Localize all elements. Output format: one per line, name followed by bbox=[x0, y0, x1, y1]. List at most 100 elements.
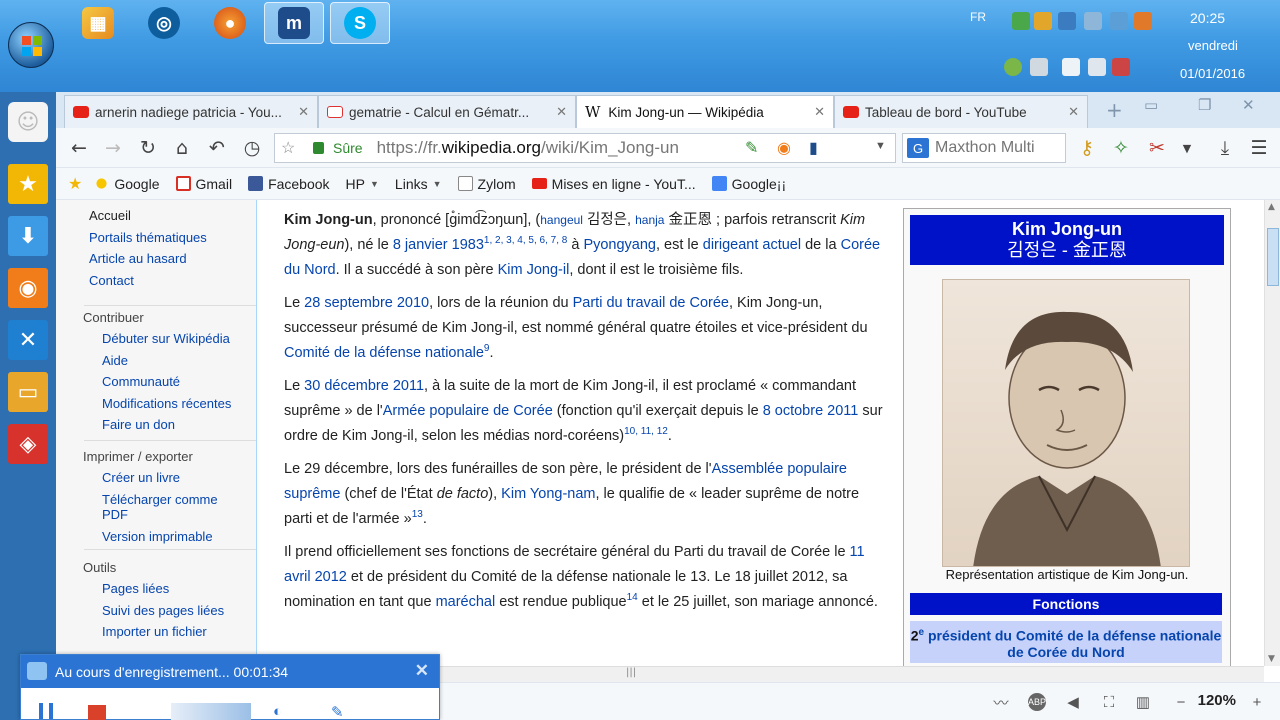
search-input[interactable] bbox=[935, 139, 1055, 157]
bookmark-folder-hp[interactable]: HP ▼ bbox=[346, 176, 379, 192]
pin-icon[interactable]: ✎ bbox=[745, 138, 758, 158]
vertical-scrollbar[interactable]: ▲ ▼ bbox=[1264, 200, 1280, 666]
language-indicator[interactable]: FR bbox=[970, 10, 986, 24]
link-date-2011[interactable]: 30 décembre 2011 bbox=[304, 378, 424, 394]
adblock-icon[interactable]: ABP bbox=[1028, 693, 1046, 711]
close-window-button[interactable]: ✕ bbox=[1242, 96, 1255, 114]
app-tray-icon[interactable] bbox=[1134, 12, 1152, 30]
close-icon[interactable]: ✕ bbox=[814, 104, 825, 120]
pen-icon[interactable]: ✎ bbox=[331, 703, 344, 720]
network-icon[interactable] bbox=[1058, 12, 1076, 30]
utorrent-icon[interactable] bbox=[1012, 12, 1030, 30]
link-date-2010[interactable]: 28 septembre 2010 bbox=[304, 295, 429, 311]
forward-button[interactable]: → bbox=[100, 135, 126, 161]
close-icon[interactable]: ✕ bbox=[556, 104, 567, 120]
smiley-icon[interactable]: ☺ bbox=[8, 102, 48, 142]
portrait-image[interactable] bbox=[942, 279, 1190, 567]
reference-links[interactable]: 1, 2, 3, 4, 5, 6, 7, 8 bbox=[484, 235, 567, 246]
reader-icon[interactable]: ▮ bbox=[809, 138, 818, 158]
start-button[interactable] bbox=[8, 22, 54, 68]
link-hangeul[interactable]: hangeul bbox=[540, 213, 583, 227]
volume-icon[interactable] bbox=[1062, 58, 1080, 76]
sidebar-link-modifications[interactable]: Modifications récentes bbox=[102, 393, 253, 415]
tools-icon[interactable]: ✕ bbox=[8, 320, 48, 360]
link-birthdate[interactable]: 8 janvier 1983 bbox=[393, 237, 484, 253]
bookmark-google[interactable]: Google bbox=[94, 176, 160, 192]
clock-time[interactable]: 20:25 bbox=[1190, 10, 1225, 26]
horizontal-scrollbar[interactable]: ||| bbox=[436, 666, 1264, 682]
tab-gematrie[interactable]: gematrie - Calcul en Gématr... ✕ bbox=[318, 95, 576, 128]
link-armee[interactable]: Armée populaire de Corée bbox=[383, 403, 553, 419]
home-button[interactable]: ⌂ bbox=[169, 135, 195, 161]
close-icon[interactable]: ✕ bbox=[415, 661, 429, 681]
gamepad-icon[interactable]: ◈ bbox=[8, 424, 48, 464]
sidebar-link-don[interactable]: Faire un don bbox=[102, 414, 253, 436]
zoom-out-button[interactable]: − bbox=[1172, 693, 1190, 711]
favorites-star-icon[interactable]: ★ bbox=[68, 174, 82, 194]
chevron-down-icon[interactable]: ▼ bbox=[875, 140, 886, 152]
power-icon[interactable] bbox=[1088, 58, 1106, 76]
download-icon[interactable]: ⬇ bbox=[8, 216, 48, 256]
sidebar-link-communaute[interactable]: Communauté bbox=[102, 371, 253, 393]
sidebar-link-pages-liees[interactable]: Pages liées bbox=[102, 578, 253, 600]
new-tab-button[interactable]: + bbox=[1106, 98, 1123, 122]
fullscreen-icon[interactable]: ⛶ bbox=[1100, 693, 1118, 711]
reference-links[interactable]: 10, 11, 12 bbox=[624, 426, 668, 437]
magic-icon[interactable]: ✧ bbox=[1108, 135, 1134, 161]
bookmark-google-alt[interactable]: Google¡¡ bbox=[711, 176, 786, 192]
sidebar-link-importer[interactable]: Importer un fichier bbox=[102, 621, 253, 643]
activity-icon[interactable]: 〰 bbox=[992, 693, 1010, 712]
taskbar-firefox[interactable]: ● bbox=[200, 2, 260, 44]
search-engine-icon[interactable]: G bbox=[907, 138, 929, 158]
zoom-level[interactable]: 120% bbox=[1198, 692, 1236, 709]
scroll-up-icon[interactable]: ▲ bbox=[1268, 202, 1275, 212]
tab-wikipedia[interactable]: W Kim Jong-un — Wikipédia ✕ bbox=[576, 95, 834, 128]
sidebar-link-accueil[interactable]: Accueil bbox=[89, 205, 254, 227]
key-icon[interactable]: ⚷ bbox=[1074, 135, 1100, 161]
close-icon[interactable]: ✕ bbox=[298, 104, 309, 120]
signal-icon[interactable] bbox=[1084, 12, 1102, 30]
address-bar[interactable]: ☆ Sûre https://fr.wikipedia.org/wiki/Kim… bbox=[274, 133, 896, 163]
undo-close-button[interactable]: ↶ bbox=[204, 135, 230, 161]
link-dirigeant[interactable]: dirigeant actuel bbox=[703, 237, 801, 253]
downloads-icon[interactable]: ⤓ bbox=[1212, 135, 1238, 161]
screenshot-icon[interactable]: ✂ bbox=[1144, 135, 1170, 161]
link-marechal[interactable]: maréchal bbox=[436, 594, 496, 610]
taskbar-windows-explorer[interactable]: ▦ bbox=[68, 2, 128, 44]
link-date-oct-2011[interactable]: 8 octobre 2011 bbox=[763, 403, 859, 419]
sidebar-link-debuter[interactable]: Débuter sur Wikipédia bbox=[102, 328, 253, 350]
network-error-icon[interactable] bbox=[1112, 58, 1130, 76]
link-kim-yong-nam[interactable]: Kim Yong-nam bbox=[501, 486, 595, 502]
warning-icon[interactable] bbox=[1034, 12, 1052, 30]
bookmark-youtube-uploads[interactable]: Mises en ligne - YouT... bbox=[531, 176, 696, 192]
scroll-down-icon[interactable]: ▼ bbox=[1268, 654, 1275, 664]
search-box[interactable]: G bbox=[902, 133, 1066, 163]
link-kim-jong-il[interactable]: Kim Jong-il bbox=[498, 262, 570, 278]
sidebar-link-hasard[interactable]: Article au hasard bbox=[89, 248, 254, 270]
notes-icon[interactable]: ▭ bbox=[8, 372, 48, 412]
sidebar-link-portails[interactable]: Portails thématiques bbox=[89, 227, 254, 249]
link-comite[interactable]: Comité de la défense nationale bbox=[284, 345, 484, 361]
restore-button[interactable]: ❐ bbox=[1198, 96, 1211, 114]
tab-youtube-dashboard[interactable]: Tableau de bord - YouTube ✕ bbox=[834, 95, 1088, 128]
device-icon[interactable] bbox=[1030, 58, 1048, 76]
bookmark-gmail[interactable]: Gmail bbox=[175, 176, 232, 192]
zoom-in-button[interactable]: + bbox=[1248, 693, 1266, 711]
webcam-icon[interactable]: ◐ bbox=[273, 703, 282, 720]
scroll-thumb[interactable] bbox=[1267, 228, 1279, 286]
taskbar-media-app[interactable]: ◎ bbox=[134, 2, 194, 44]
close-icon[interactable]: ✕ bbox=[1068, 104, 1079, 120]
sidebar-link-aide[interactable]: Aide bbox=[102, 350, 253, 372]
scroll-grip-icon[interactable]: ||| bbox=[626, 667, 636, 678]
chevron-down-icon[interactable]: ▼ bbox=[1174, 135, 1200, 161]
tab-youtube-arnerin[interactable]: arnerin nadiege patricia - You... ✕ bbox=[64, 95, 318, 128]
menu-icon[interactable]: ☰ bbox=[1246, 135, 1272, 161]
link-hanja[interactable]: hanja bbox=[635, 213, 664, 227]
bookmark-zylom[interactable]: Zylom bbox=[457, 176, 516, 192]
taskbar-skype[interactable]: S bbox=[330, 2, 390, 44]
favorites-star-icon[interactable]: ★ bbox=[8, 164, 48, 204]
stop-icon[interactable] bbox=[88, 705, 106, 720]
reference-link[interactable]: 13 bbox=[412, 509, 423, 520]
bookmark-facebook[interactable]: Facebook bbox=[248, 176, 330, 192]
taskbar-maxthon[interactable]: m bbox=[264, 2, 324, 44]
